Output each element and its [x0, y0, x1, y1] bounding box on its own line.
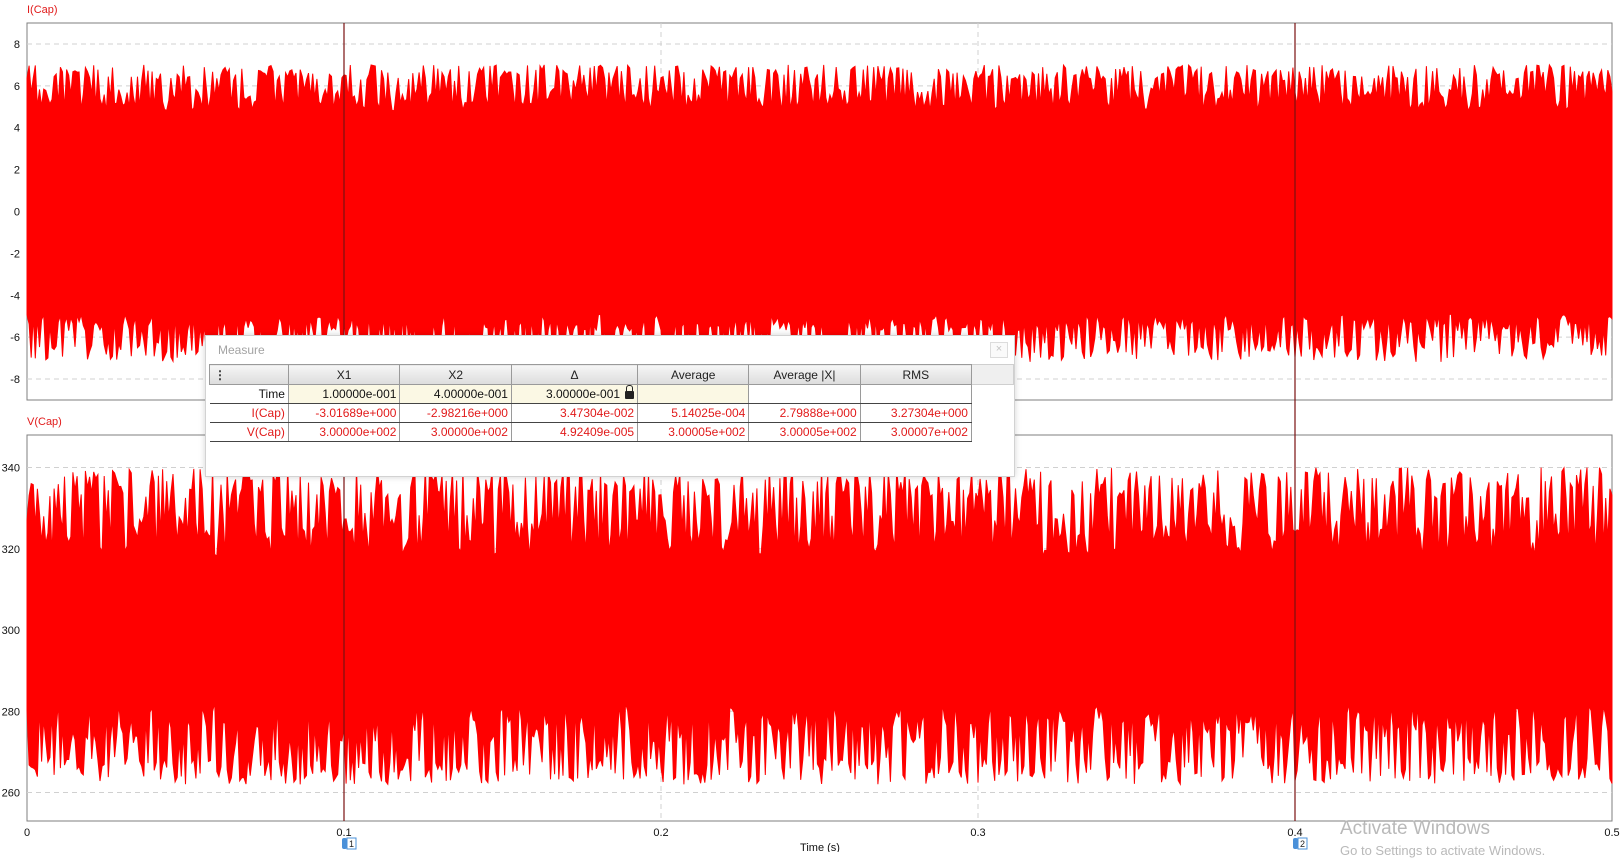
cell-time-rms	[860, 384, 972, 404]
col-header-average-abs[interactable]: Average |X|	[748, 364, 861, 385]
table-row[interactable]: I(Cap) -3.01689e+000 -2.98216e+000 3.473…	[209, 403, 1014, 423]
series-icap-trace	[26, 63, 1613, 364]
row-label-time: Time	[209, 384, 289, 404]
cell-icap-average: 5.14025e-004	[637, 403, 750, 423]
y-tick-label: 300	[2, 625, 20, 637]
series-icap-name: I(Cap)	[27, 4, 58, 16]
cell-vcap-rms: 3.00007e+002	[860, 422, 972, 442]
cursor-label: 1	[349, 839, 354, 849]
table-row[interactable]: Time 1.00000e-001 4.00000e-001 3.00000e-…	[209, 384, 1014, 404]
col-header-filler	[970, 364, 1015, 385]
y-tick-label: 260	[2, 788, 20, 800]
y-tick-label: 6	[14, 81, 20, 93]
watermark-line1: Activate Windows	[1340, 818, 1490, 839]
cell-vcap-x1: 3.00000e+002	[288, 422, 401, 442]
cell-vcap-delta: 4.92409e-005	[511, 422, 639, 442]
cursor-handle-icon[interactable]	[1293, 838, 1298, 849]
cell-icap-rms: 3.27304e+000	[860, 403, 972, 423]
cursor-label: 2	[1300, 839, 1305, 849]
cell-vcap-average: 3.00005e+002	[637, 422, 750, 442]
y-tick-label: -2	[10, 248, 20, 260]
cell-icap-average-abs: 2.79888e+000	[748, 403, 861, 423]
cell-vcap-x2: 3.00000e+002	[399, 422, 512, 442]
y-tick-label: 2	[14, 165, 20, 177]
cell-time-x1[interactable]: 1.00000e-001	[288, 384, 401, 404]
measure-title: Measure	[218, 343, 265, 357]
measure-window[interactable]: Measure × ⋮ X1 X2 Δ Average Average |X| …	[205, 335, 1015, 477]
col-header-x2[interactable]: X2	[399, 364, 512, 385]
y-tick-label: -8	[10, 374, 20, 386]
y-tick-label: 280	[2, 706, 20, 718]
cursor-handle-icon[interactable]	[342, 838, 347, 849]
table-row[interactable]: V(Cap) 3.00000e+002 3.00000e+002 4.92409…	[209, 422, 1014, 442]
cell-filler	[971, 404, 1013, 423]
x-tick-label: 0.2	[653, 827, 668, 839]
cell-icap-x1: -3.01689e+000	[288, 403, 401, 423]
cell-icap-delta: 3.47304e-002	[511, 403, 639, 423]
measure-table: ⋮ X1 X2 Δ Average Average |X| RMS Time 1…	[209, 364, 1015, 442]
watermark-line2: Go to Settings to activate Windows.	[1340, 843, 1546, 858]
x-tick-label: 0.4	[1287, 827, 1302, 839]
cell-time-average-abs	[748, 384, 861, 404]
cell-time-delta-value: 3.00000e-001	[545, 387, 621, 401]
col-header-x1[interactable]: X1	[287, 364, 401, 385]
y-tick-label: 8	[14, 39, 20, 51]
row-label-icap: I(Cap)	[209, 403, 289, 423]
x-axis-label: Time (s)	[800, 842, 840, 852]
close-icon[interactable]: ×	[990, 342, 1008, 358]
col-header-delta[interactable]: Δ	[510, 364, 639, 385]
x-tick-label: 0.3	[970, 827, 985, 839]
cell-vcap-average-abs: 3.00005e+002	[748, 422, 861, 442]
x-tick-label: 0.5	[1604, 827, 1619, 839]
x-tick-label: 0.1	[336, 827, 351, 839]
y-tick-label: 340	[2, 463, 20, 475]
cell-filler	[971, 423, 1013, 442]
y-tick-label: -4	[10, 290, 20, 302]
y-tick-label: 4	[14, 123, 20, 135]
cell-filler	[971, 385, 1013, 404]
y-tick-label: -6	[10, 332, 20, 344]
x-tick-label: 0	[24, 827, 30, 839]
activation-watermark: Activate Windows Go to Settings to activ…	[1340, 818, 1545, 858]
measure-menu-button[interactable]: ⋮	[209, 364, 289, 385]
series-vcap-name: V(Cap)	[27, 416, 62, 428]
menu-dots-icon: ⋮	[214, 367, 226, 382]
col-header-average[interactable]: Average	[637, 364, 750, 385]
cell-time-x2[interactable]: 4.00000e-001	[399, 384, 512, 404]
lock-icon[interactable]	[625, 385, 635, 399]
y-tick-label: 0	[14, 207, 20, 219]
cell-icap-x2: -2.98216e+000	[399, 403, 512, 423]
cell-time-delta[interactable]: 3.00000e-001	[511, 384, 639, 404]
cell-time-average	[637, 384, 750, 404]
y-tick-label: 320	[2, 544, 20, 556]
col-header-rms[interactable]: RMS	[859, 364, 972, 385]
row-label-vcap: V(Cap)	[209, 422, 289, 442]
